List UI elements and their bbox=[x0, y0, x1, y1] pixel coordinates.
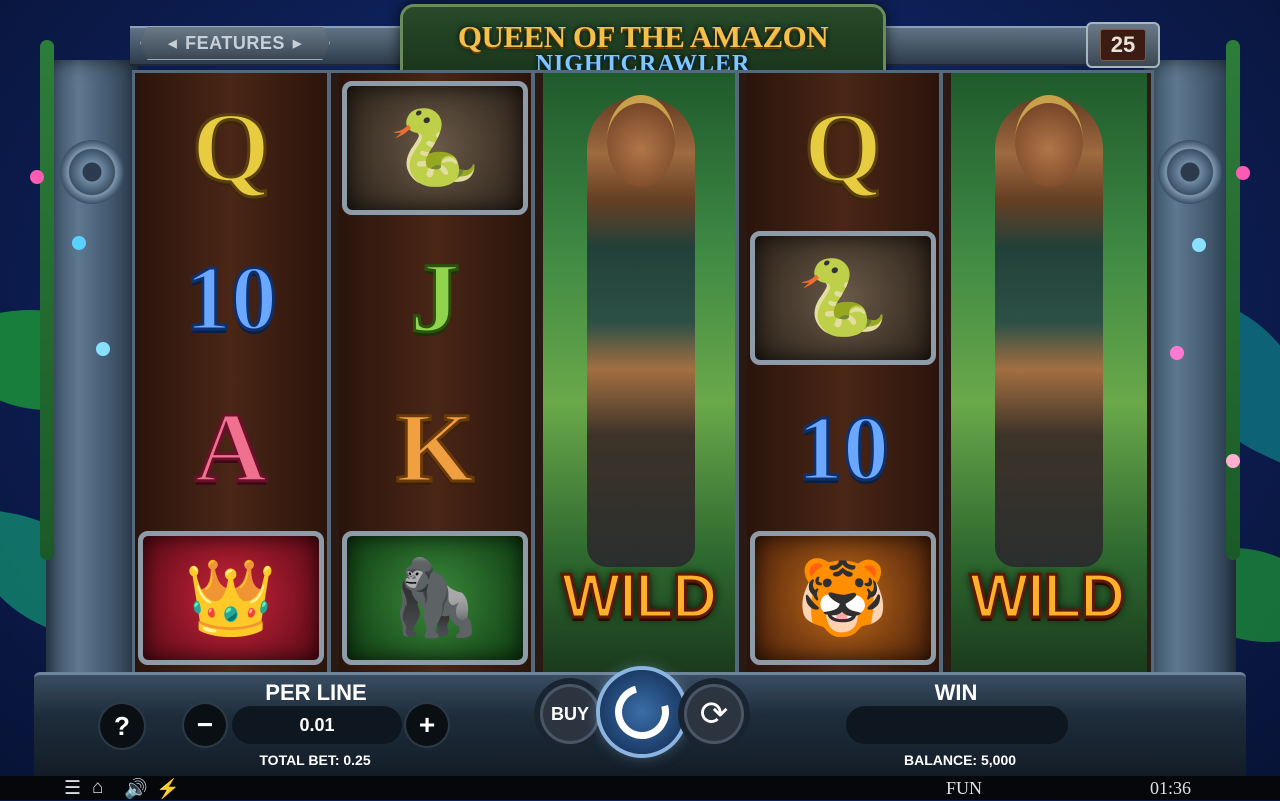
symbol-snake: 🐍 bbox=[339, 73, 531, 223]
triangle-right-icon: ▶ bbox=[292, 37, 302, 50]
clock: 01:36 bbox=[1150, 778, 1192, 798]
crown-icon: 👑 bbox=[138, 531, 324, 665]
wild-label: WILD bbox=[968, 561, 1126, 633]
symbol-k: K bbox=[339, 373, 531, 523]
symbol-q: Q bbox=[135, 73, 327, 223]
pillar-ornament bbox=[1158, 140, 1222, 204]
symbol-label: 10 bbox=[184, 247, 279, 349]
reel-5-expanded-wild: WILD bbox=[951, 73, 1147, 673]
symbol-label: Q bbox=[191, 92, 272, 203]
triangle-left-icon: ◀ bbox=[168, 37, 178, 50]
flower bbox=[1170, 346, 1184, 360]
symbol-label: 10 bbox=[796, 397, 891, 499]
queen-head bbox=[607, 95, 675, 187]
left-vine bbox=[40, 40, 54, 560]
bet-per-line-value: 0.01 bbox=[232, 706, 402, 744]
win-amount-field bbox=[846, 706, 1068, 744]
symbol-10: 10 bbox=[747, 373, 939, 523]
tiger-icon: 🐯 bbox=[750, 531, 936, 665]
autoplay-icon: ⟳ bbox=[699, 695, 729, 733]
game-mode: FUN bbox=[946, 778, 983, 798]
turbo-icon[interactable]: ⚡ bbox=[156, 777, 180, 801]
symbol-j: J bbox=[339, 223, 531, 373]
autoplay-button[interactable]: ⟳ bbox=[684, 684, 744, 744]
paylines-badge: 25 bbox=[1086, 22, 1160, 68]
reel-1: Q 10 A 👑 bbox=[135, 73, 331, 673]
left-pillar bbox=[46, 60, 138, 700]
right-vine bbox=[1226, 40, 1240, 560]
flower bbox=[1236, 166, 1250, 180]
symbol-crown: 👑 bbox=[135, 523, 327, 673]
flower bbox=[1192, 238, 1206, 252]
pillar-ornament bbox=[60, 140, 124, 204]
spin-icon bbox=[605, 675, 679, 749]
symbol-gorilla: 🦍 bbox=[339, 523, 531, 673]
reel-4: Q 🐍 10 🐯 bbox=[747, 73, 943, 673]
win-label: WIN bbox=[934, 680, 978, 705]
symbol-label: Q bbox=[803, 92, 884, 203]
features-label: FEATURES bbox=[185, 32, 285, 53]
symbol-label: K bbox=[395, 392, 476, 503]
menu-icon[interactable]: ☰ bbox=[64, 777, 81, 800]
snake-icon: 🐍 bbox=[750, 231, 936, 365]
spin-button[interactable] bbox=[600, 670, 684, 754]
total-bet-label: TOTAL BET: 0.25 bbox=[259, 752, 371, 768]
symbol-snake: 🐍 bbox=[747, 223, 939, 373]
footer-bar: ☰ ⌂ 🔊 ⚡ FUN 01:36 bbox=[0, 776, 1280, 800]
symbol-q: Q bbox=[747, 73, 939, 223]
flower bbox=[72, 236, 86, 250]
buy-feature-button[interactable]: BUY bbox=[540, 684, 600, 744]
symbol-label: A bbox=[193, 392, 268, 503]
symbol-10: 10 bbox=[135, 223, 327, 373]
flower bbox=[1226, 454, 1240, 468]
symbol-label: J bbox=[409, 242, 462, 353]
right-pillar bbox=[1144, 60, 1236, 700]
flower bbox=[30, 170, 44, 184]
increase-bet-button[interactable]: + bbox=[406, 704, 448, 746]
decrease-bet-button[interactable]: − bbox=[184, 704, 226, 746]
symbol-a: A bbox=[135, 373, 327, 523]
balance-label: BALANCE: 5,000 bbox=[903, 752, 1017, 768]
snake-icon: 🐍 bbox=[342, 81, 528, 215]
reel-2: 🐍 J K 🦍 bbox=[339, 73, 535, 673]
features-button[interactable]: ◀ FEATURES ▶ bbox=[140, 26, 330, 60]
reel-3-expanded-wild: WILD bbox=[543, 73, 739, 673]
game-title: QUEEN OF THE AMAZON bbox=[457, 19, 829, 54]
home-icon[interactable]: ⌂ bbox=[92, 777, 103, 799]
flower bbox=[96, 342, 110, 356]
gorilla-icon: 🦍 bbox=[342, 531, 528, 665]
sound-icon[interactable]: 🔊 bbox=[124, 777, 148, 801]
reel-grid: Q 10 A 👑 🐍 J K 🦍 WILD Q 🐍 10 🐯 WILD bbox=[132, 70, 1154, 676]
per-line-label: PER LINE bbox=[265, 680, 367, 705]
queen-head bbox=[1015, 95, 1083, 187]
help-button[interactable]: ? bbox=[100, 704, 144, 748]
wild-label: WILD bbox=[560, 561, 718, 633]
symbol-tiger: 🐯 bbox=[747, 523, 939, 673]
paylines-count: 25 bbox=[1099, 29, 1147, 61]
